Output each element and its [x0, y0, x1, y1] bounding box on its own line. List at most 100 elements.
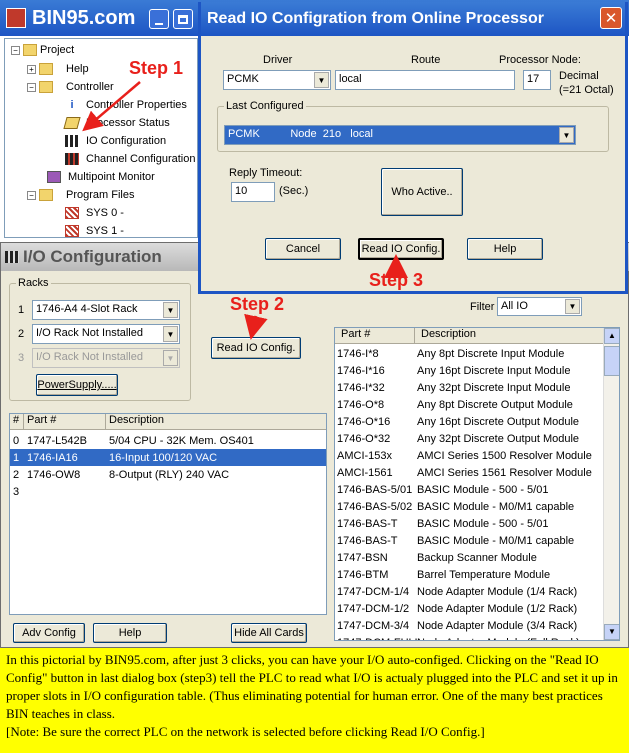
- list-item[interactable]: 1746-BAS-5/01 BASIC Module - 500 - 5/01: [335, 481, 603, 498]
- driver-label: Driver: [263, 54, 293, 66]
- list-item[interactable]: 1746-O*32 Any 32pt Discrete Output Module: [335, 430, 603, 447]
- tree-item-processor-status[interactable]: Processor Status: [63, 117, 170, 129]
- step2-annotation: Step 2: [230, 294, 285, 314]
- read-io-config-button-dialog[interactable]: Read IO Config.: [358, 238, 444, 260]
- io-config-icon: [65, 135, 79, 147]
- scroll-thumb[interactable]: [604, 346, 619, 376]
- rack2-select[interactable]: I/O Rack Not Installed ▼: [32, 324, 180, 344]
- close-button[interactable]: ✕: [600, 7, 622, 29]
- list-item[interactable]: 1746-I*16 Any 16pt Discrete Input Module: [335, 362, 603, 379]
- ladder-file-icon: [65, 225, 79, 237]
- last-configured-label: Last Configured: [224, 100, 306, 112]
- dialog-help-button[interactable]: Help: [467, 238, 543, 260]
- chevron-down-icon: ▼: [163, 350, 178, 366]
- tree-item-io-configuration[interactable]: IO Configuration: [65, 135, 166, 147]
- monitor-icon: [47, 171, 61, 183]
- folder-icon: [23, 44, 37, 56]
- folder-icon: [39, 63, 53, 75]
- folder-icon: [39, 189, 53, 201]
- caption-note: [Note: Be sure the correct PLC on the ne…: [6, 724, 485, 739]
- processor-node-input[interactable]: 17: [523, 70, 551, 90]
- route-field[interactable]: local: [335, 70, 515, 90]
- collapse-icon: −: [27, 190, 36, 200]
- table-row[interactable]: 0 1747-L542B 5/04 CPU - 32K Mem. OS401: [10, 432, 326, 449]
- timeout-input[interactable]: 10: [231, 182, 275, 202]
- table-row[interactable]: 3: [10, 483, 326, 500]
- who-active-button[interactable]: Who Active..: [381, 168, 463, 216]
- scroll-up-button[interactable]: ▲: [604, 328, 619, 344]
- decimal-label: Decimal: [559, 70, 599, 82]
- processor-node-label: Processor Node:: [499, 54, 581, 66]
- chevron-down-icon: ▼: [314, 72, 329, 88]
- tree-item-help[interactable]: + Help: [27, 63, 89, 75]
- driver-select[interactable]: PCMK ▼: [223, 70, 331, 90]
- tree-item-controller-properties[interactable]: i Controller Properties: [65, 99, 186, 111]
- list-item[interactable]: 1747-DCM-FULLNode Adapter Module (Full R…: [335, 634, 603, 641]
- app-logo-icon: [6, 8, 26, 28]
- table-row[interactable]: 2 1746-OW8 8-Output (RLY) 240 VAC: [10, 466, 326, 483]
- module-list-scrollbar[interactable]: ▲ ▼: [603, 328, 619, 640]
- racks-label: Racks: [16, 277, 51, 289]
- tree-item-channel-configuration[interactable]: Channel Configuration: [65, 153, 195, 165]
- io-config-window: I/O Configuration Racks 1 1746-A4 4-Slot…: [0, 242, 629, 648]
- tree-item-project[interactable]: − Project: [11, 44, 74, 56]
- last-configured-select[interactable]: PCMK Node 21o local ▼: [224, 125, 576, 145]
- rack1-select[interactable]: 1746-A4 4-Slot Rack ▼: [32, 300, 180, 320]
- list-item[interactable]: 1746-O*8 Any 8pt Discrete Output Module: [335, 396, 603, 413]
- caption-box: In this pictorial by BIN95.com, after ju…: [0, 648, 629, 753]
- maximize-button[interactable]: [173, 9, 193, 29]
- tree-item-controller[interactable]: − Controller: [27, 81, 114, 93]
- list-item[interactable]: AMCI-1561 AMCI Series 1561 Resolver Modul…: [335, 464, 603, 481]
- racks-group: Racks 1 1746-A4 4-Slot Rack ▼ 2 I/O Rack …: [9, 277, 191, 401]
- tree-item-program-files[interactable]: − Program Files: [27, 189, 134, 201]
- list-item[interactable]: 1747-DCM-3/4 Node Adapter Module (3/4 Rac…: [335, 617, 603, 634]
- table-row-selected[interactable]: 1 1746-IA16 16-Input 100/120 VAC: [10, 449, 326, 466]
- last-configured-group: Last Configured PCMK Node 21o local ▼: [217, 100, 609, 152]
- info-icon: i: [70, 99, 74, 111]
- tree-item-sys0[interactable]: SYS 0 -: [65, 207, 124, 219]
- module-list-header: Part # Description: [335, 328, 603, 344]
- tree-item-sys1[interactable]: SYS 1 -: [65, 225, 124, 237]
- ladder-file-icon: [65, 207, 79, 219]
- tree-item-multipoint-monitor[interactable]: Multipoint Monitor: [47, 171, 155, 183]
- dialog-title: Read IO Configration from Online Process…: [207, 10, 544, 27]
- list-item[interactable]: 1746-BAS-T BASIC Module - M0/M1 capable: [335, 532, 603, 549]
- route-label: Route: [411, 54, 441, 66]
- rack3-select: I/O Rack Not Installed ▼: [32, 348, 180, 368]
- io-config-title: I/O Configuration: [23, 247, 162, 266]
- list-item[interactable]: 1746-BAS-T BASIC Module - 500 - 5/01: [335, 515, 603, 532]
- list-item[interactable]: 1746-BAS-5/02 BASIC Module - M0/M1 capabl…: [335, 498, 603, 515]
- help-button[interactable]: Help: [93, 623, 167, 643]
- status-icon: [63, 117, 81, 129]
- main-window-title: BIN95.com: [32, 6, 136, 29]
- list-item[interactable]: 1746-I*8 Any 8pt Discrete Input Module: [335, 345, 603, 362]
- chevron-down-icon: ▼: [163, 302, 178, 318]
- list-item[interactable]: 1746-I*32 Any 32pt Discrete Input Module: [335, 379, 603, 396]
- list-item[interactable]: 1746-BTM Barrel Temperature Module: [335, 566, 603, 583]
- rack-number: 1: [18, 304, 25, 316]
- list-item[interactable]: 1747-DCM-1/2 Node Adapter Module (1/2 Rac…: [335, 600, 603, 617]
- hide-all-cards-button[interactable]: Hide All Cards: [231, 623, 307, 643]
- list-item[interactable]: 1747-BSN Backup Scanner Module: [335, 549, 603, 566]
- power-supply-button[interactable]: PowerSupply.....: [36, 374, 118, 396]
- close-icon: ✕: [604, 10, 618, 27]
- rack-number: 2: [18, 328, 25, 340]
- scroll-down-button[interactable]: ▼: [604, 624, 619, 640]
- rack-number: 3: [18, 352, 25, 364]
- chevron-down-icon: ▼: [565, 299, 580, 314]
- list-item[interactable]: 1746-O*16 Any 16pt Discrete Output Module: [335, 413, 603, 430]
- filter-select[interactable]: All IO ▼: [497, 297, 582, 316]
- read-io-config-button[interactable]: Read IO Config.: [211, 337, 301, 359]
- list-item[interactable]: AMCI-153x AMCI Series 1500 Resolver Modul…: [335, 447, 603, 464]
- list-item[interactable]: 1747-DCM-1/4 Node Adapter Module (1/4 Rac…: [335, 583, 603, 600]
- io-config-icon: [5, 251, 19, 263]
- seconds-label: (Sec.): [279, 185, 309, 197]
- folder-icon: [39, 81, 53, 93]
- minimize-button[interactable]: [149, 9, 169, 29]
- step3-annotation: Step 3: [369, 270, 424, 290]
- step1-annotation: Step 1: [129, 58, 184, 78]
- expand-icon: +: [27, 64, 36, 74]
- adv-config-button[interactable]: Adv Config: [13, 623, 85, 643]
- cancel-button[interactable]: Cancel: [265, 238, 341, 260]
- module-list: Part # Description 1746-I*8 Any 8pt Discr…: [334, 327, 620, 641]
